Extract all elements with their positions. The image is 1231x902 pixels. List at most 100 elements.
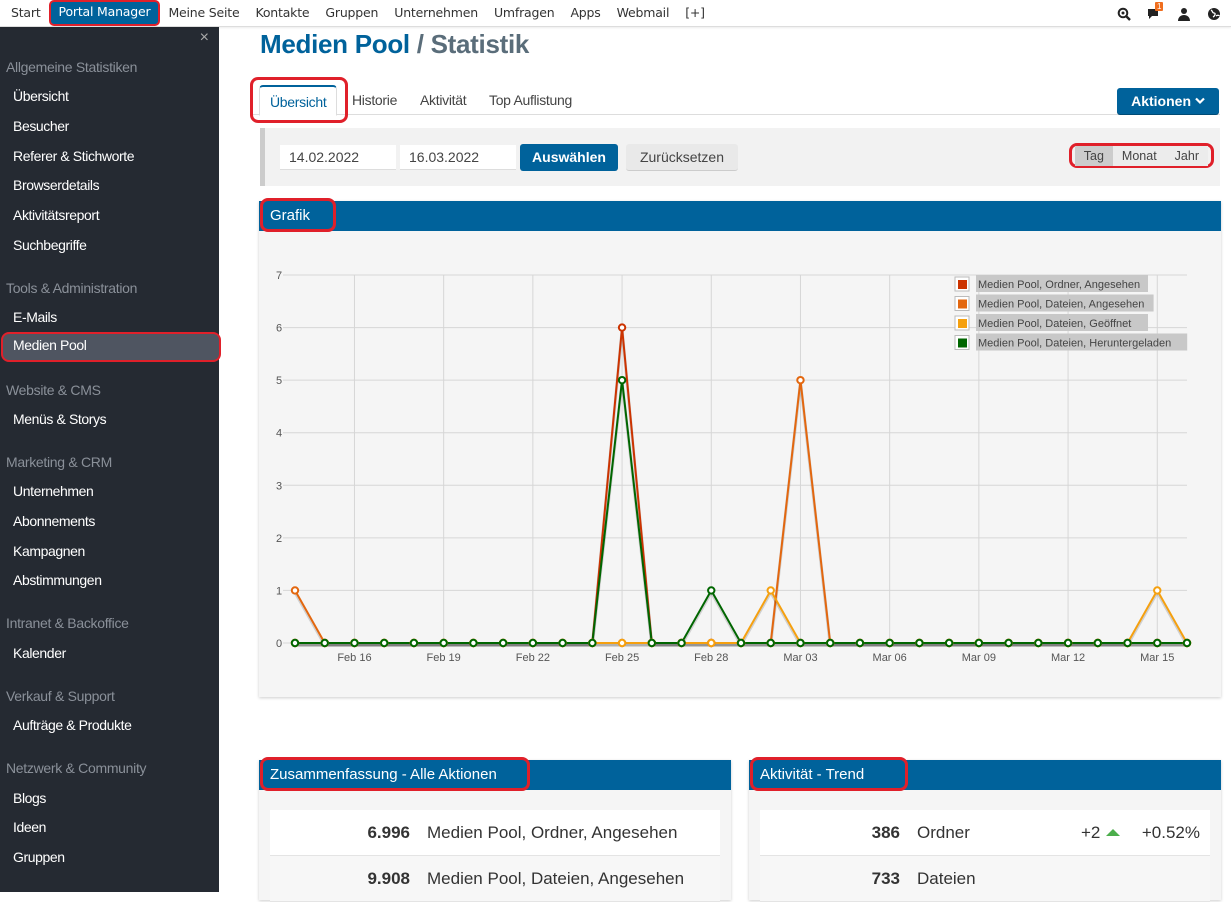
sidebar-item-menues[interactable]: Menüs & Storys <box>0 406 219 432</box>
tab-bar: Übersicht Historie Aktivität Top Auflist… <box>250 85 1220 116</box>
data-point <box>647 638 656 648</box>
tab-aktivitaet[interactable]: Aktivität <box>420 85 467 115</box>
sidebar-item-kalender[interactable]: Kalender <box>0 640 219 666</box>
trend-label: Dateien <box>917 869 976 888</box>
globe-icon[interactable] <box>1207 7 1221 21</box>
nav-webmail[interactable]: Webmail <box>609 1 678 25</box>
nav-apps[interactable]: Apps <box>562 1 608 25</box>
sidebar-item-besucher[interactable]: Besucher <box>0 113 219 139</box>
nav-start[interactable]: Start <box>3 1 49 25</box>
legend-label: Medien Pool, Dateien, Geöffnet <box>978 318 1131 330</box>
summary-label: Medien Pool, Ordner, Angesehen <box>427 823 678 842</box>
series-line-3 <box>295 380 1187 644</box>
data-point <box>558 638 567 648</box>
data-point <box>469 638 478 648</box>
nav-unternehmen[interactable]: Unternehmen <box>386 1 486 25</box>
sidebar-item-gruppen[interactable]: Gruppen <box>0 844 219 870</box>
y-tick-label: 5 <box>276 375 282 387</box>
sidebar-item-emails[interactable]: E-Mails <box>0 304 219 330</box>
x-tick-label: Feb 19 <box>427 652 461 664</box>
data-point <box>1153 586 1162 595</box>
filter-bar: Auswählen Zurücksetzen Tag Monat Jahr <box>260 128 1220 186</box>
nav-portal-manager[interactable]: Portal Manager <box>48 0 161 26</box>
summary-list: 6.996 Medien Pool, Ordner, Angesehen 9.9… <box>270 810 720 902</box>
page-title: Medien Pool / Statistik <box>260 29 529 60</box>
sidebar-item-browserdetails[interactable]: Browserdetails <box>0 172 219 198</box>
data-point <box>766 586 775 595</box>
top-navigation-bar: Start Portal Manager Meine Seite Kontakt… <box>0 0 1231 27</box>
data-point <box>528 638 538 648</box>
sidebar-item-uebersicht[interactable]: Übersicht <box>0 83 219 109</box>
chart-panel-header: Grafik <box>259 198 1221 232</box>
date-from-input[interactable] <box>280 145 396 169</box>
data-point <box>409 638 419 648</box>
summary-panel-title: Zusammenfassung - Alle Aktionen <box>270 766 497 783</box>
summary-label: Medien Pool, Dateien, Angesehen <box>427 869 685 888</box>
data-point <box>796 638 805 648</box>
period-tag[interactable]: Tag <box>1074 145 1113 166</box>
nav-umfragen[interactable]: Umfragen <box>486 1 562 25</box>
sidebar-item-kampagnen[interactable]: Kampagnen <box>0 538 219 564</box>
y-tick-label: 3 <box>276 480 282 492</box>
summary-row: 9.908 Medien Pool, Dateien, Angesehen <box>270 856 720 902</box>
y-tick-label: 2 <box>276 533 282 545</box>
data-point <box>855 638 865 648</box>
nav-kontakte[interactable]: Kontakte <box>247 1 317 25</box>
y-tick-label: 6 <box>276 323 282 335</box>
nav-gruppen[interactable]: Gruppen <box>317 1 386 25</box>
nav-meine-seite[interactable]: Meine Seite <box>160 1 247 25</box>
date-to-input[interactable] <box>400 145 516 169</box>
data-point <box>588 638 597 648</box>
tab-top-auflistung[interactable]: Top Auflistung <box>489 85 572 115</box>
data-point <box>498 638 508 648</box>
data-point <box>439 638 448 648</box>
sidebar-item-referer[interactable]: Referer & Stichworte <box>0 143 219 169</box>
zoom-search-icon[interactable] <box>1117 7 1131 21</box>
sidebar-item-ideen[interactable]: Ideen <box>0 814 219 840</box>
sidebar-item-medien-pool[interactable]: Medien Pool <box>1 332 221 362</box>
data-point <box>766 638 775 648</box>
sidebar-item-suchbegriffe[interactable]: Suchbegriffe <box>0 232 219 258</box>
y-tick-label: 1 <box>276 585 282 597</box>
x-tick-label: Mar 09 <box>962 652 996 664</box>
tab-historie[interactable]: Historie <box>352 85 397 115</box>
user-icon[interactable] <box>1177 7 1191 21</box>
series-line-2 <box>295 588 1188 644</box>
x-tick-label: Mar 03 <box>783 652 817 664</box>
period-jahr[interactable]: Jahr <box>1165 145 1208 166</box>
x-tick-label: Mar 15 <box>1140 652 1174 664</box>
data-point <box>617 638 627 648</box>
series-shadow <box>295 589 1189 647</box>
data-point <box>707 638 716 648</box>
sidebar-item-abstimmungen[interactable]: Abstimmungen <box>0 567 219 593</box>
period-monat[interactable]: Monat <box>1112 145 1166 166</box>
data-point <box>915 638 924 648</box>
sidebar-item-unternehmen[interactable]: Unternehmen <box>0 478 219 504</box>
page-title-separator: / <box>409 29 431 59</box>
chart-panel-title: Grafik <box>270 207 311 224</box>
sidebar-item-blogs[interactable]: Blogs <box>0 785 219 811</box>
select-button[interactable]: Auswählen <box>520 144 618 171</box>
close-sidebar-icon[interactable]: × <box>200 29 209 47</box>
actions-label: Aktionen <box>1131 93 1191 109</box>
tab-uebersicht[interactable]: Übersicht <box>259 85 338 116</box>
nav-add[interactable]: [+] <box>677 1 713 25</box>
trend-value: 733 <box>871 869 900 888</box>
period-toggle: Tag Monat Jahr <box>1068 143 1214 168</box>
summary-value: 6.996 <box>367 823 410 842</box>
sidebar: × Allgemeine Statistiken Übersicht Besuc… <box>0 27 221 892</box>
sidebar-item-auftraege[interactable]: Aufträge & Produkte <box>0 712 219 738</box>
sidebar-item-aktivitaetsreport[interactable]: Aktivitätsreport <box>0 202 219 228</box>
legend-label: Medien Pool, Dateien, Angesehen <box>978 299 1144 311</box>
chat-bubble-icon[interactable]: 1 <box>1147 1 1164 21</box>
x-tick-label: Mar 06 <box>873 652 907 664</box>
data-point <box>885 638 894 648</box>
summary-panel: Zusammenfassung - Alle Aktionen 6.996 Me… <box>259 757 731 902</box>
sidebar-group-website: Website & CMS <box>6 382 101 398</box>
actions-button[interactable]: Aktionen <box>1117 88 1219 114</box>
x-tick-label: Feb 25 <box>605 652 639 664</box>
sidebar-item-abonnements[interactable]: Abonnements <box>0 508 219 534</box>
reset-button[interactable]: Zurücksetzen <box>626 144 738 171</box>
trend-up-icon <box>1106 829 1121 836</box>
data-point <box>617 323 627 332</box>
